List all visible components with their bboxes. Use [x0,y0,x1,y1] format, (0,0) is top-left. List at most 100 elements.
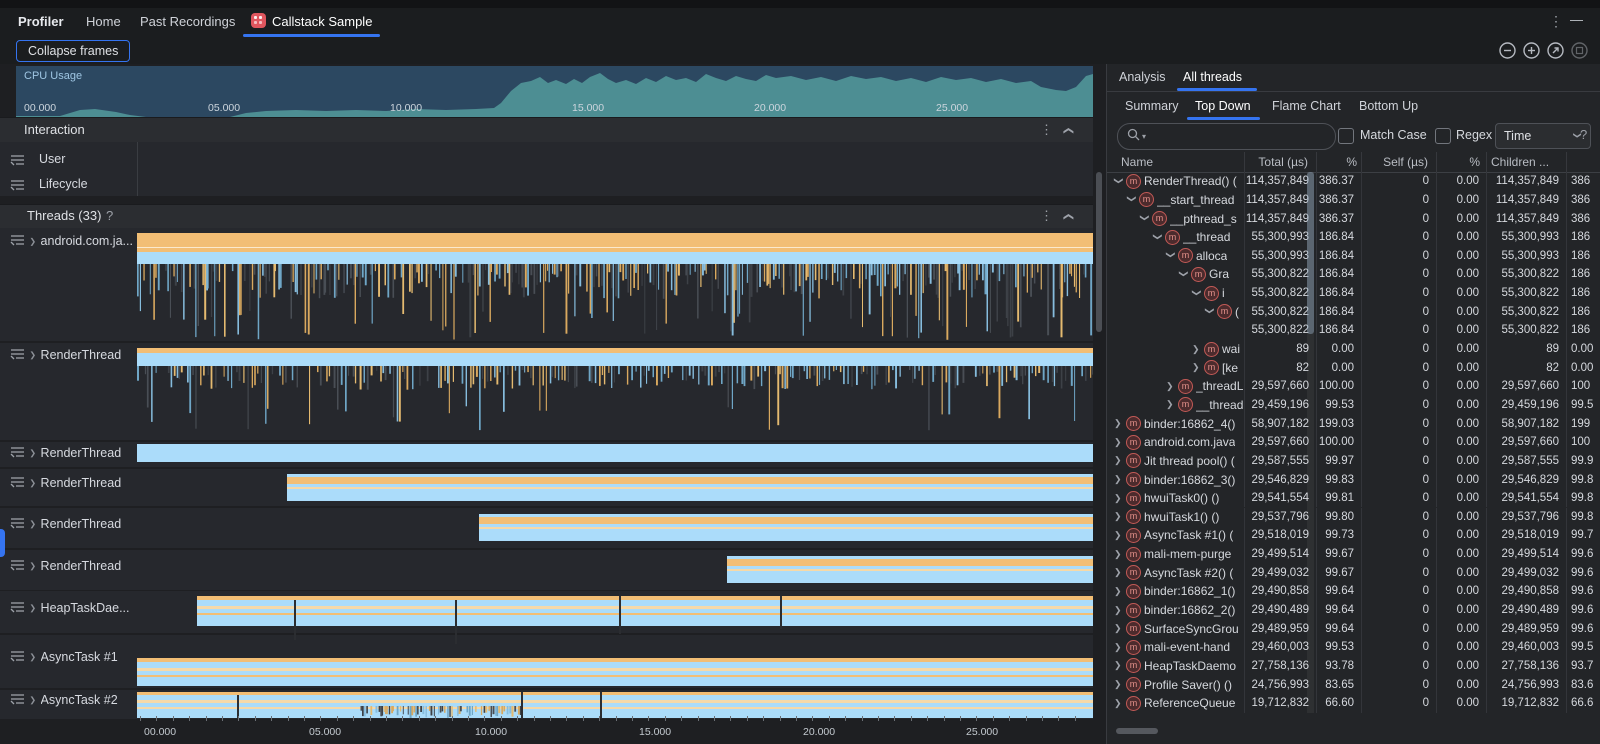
chevron-right-icon[interactable]: ❯ [29,561,36,571]
chevron-expanded-icon[interactable]: ❯ [1204,307,1215,316]
fit-zoom-icon[interactable] [1571,42,1588,59]
chevron-collapsed-icon[interactable]: ❯ [1114,642,1123,653]
help-icon[interactable]: ? [1580,127,1587,142]
tab-analysis[interactable]: Analysis [1119,70,1166,84]
chevron-right-icon[interactable]: ❯ [29,603,36,613]
chevron-collapsed-icon[interactable]: ❯ [1166,381,1175,392]
chevron-collapsed-icon[interactable]: ❯ [1114,660,1123,671]
subtab-summary[interactable]: Summary [1125,99,1178,113]
column-total-pct[interactable]: % [1317,152,1362,172]
thread-label[interactable]: ❯RenderThread [10,347,121,363]
tree-row[interactable]: ❯m__thread55,300,993186.8400.0055,300,99… [1107,228,1600,247]
chevron-right-icon[interactable]: ❯ [29,350,36,360]
thread-label[interactable]: ❯RenderThread [10,475,121,491]
tree-row[interactable]: ❯mbinder:16862_4()58,907,182199.0300.005… [1107,414,1600,433]
chevron-collapsed-icon[interactable]: ❯ [1114,455,1123,466]
filter-type-dropdown[interactable]: Time ❯ [1495,123,1591,149]
subtab-flame-chart[interactable]: Flame Chart [1272,99,1341,113]
callstack-spikes[interactable] [137,366,1093,432]
trace-bar[interactable] [137,353,1093,366]
kebab-menu-icon[interactable]: ⋮ [1549,13,1563,30]
tree-row[interactable]: ❯mbinder:16862_2()29,490,48999.6400.0029… [1107,601,1600,620]
tree-row[interactable]: ❯mAsyncTask #1() (29,518,01999.7300.0029… [1107,526,1600,545]
column-self[interactable]: Self (µs) [1362,152,1437,172]
tree-row[interactable]: ❯mmali-event-hand29,460,00399.5300.0029,… [1107,638,1600,657]
thread-label[interactable]: ❯RenderThread [10,558,121,574]
tree-row[interactable]: ❯m[ke820.0000.00820.00 [1107,358,1600,377]
trace-bar[interactable] [479,514,1093,541]
tree-row[interactable]: ❯m_threadL29,597,660100.0000.0029,597,66… [1107,377,1600,396]
thread-label[interactable]: ❯HeapTaskDae... [10,600,129,616]
tree-row[interactable]: ❯m__start_thread114,357,849386.3700.0011… [1107,191,1600,210]
chevron-collapsed-icon[interactable]: ❯ [1114,698,1123,709]
chevron-right-icon[interactable]: ❯ [29,695,36,705]
minimize-icon[interactable]: — [1570,12,1583,27]
tree-row[interactable]: ❯mwai890.0000.00890.00 [1107,340,1600,359]
chevron-expanded-icon[interactable]: ❯ [1152,233,1163,242]
trace-bar[interactable] [287,474,1093,501]
chevron-expanded-icon[interactable]: ❯ [1126,195,1137,204]
thread-label[interactable]: ❯AsyncTask #1 [10,649,118,665]
column-children-pct[interactable] [1567,152,1599,172]
chevron-expanded-icon[interactable]: ❯ [1139,214,1150,223]
trace-bar[interactable] [137,658,1093,686]
reset-zoom-icon[interactable] [1547,42,1564,59]
chevron-expanded-icon[interactable]: ❯ [1113,177,1124,186]
chevron-collapsed-icon[interactable]: ❯ [1114,605,1123,616]
tree-row[interactable]: ❯mGra55,300,822186.8400.0055,300,822186 [1107,265,1600,284]
tree-row[interactable]: ❯mhwuiTask1() ()29,537,79699.8000.0029,5… [1107,508,1600,527]
tree-row[interactable]: ❯malloca55,300,993186.8400.0055,300,9931… [1107,247,1600,266]
tree-row[interactable]: ❯mmali-mem-purge29,499,51499.6700.0029,4… [1107,545,1600,564]
chevron-collapsed-icon[interactable]: ❯ [1166,399,1175,410]
tab-past-recordings[interactable]: Past Recordings [140,14,235,29]
match-case-checkbox[interactable] [1338,128,1354,144]
chevron-collapsed-icon[interactable]: ❯ [1192,362,1201,373]
trace-bar[interactable] [137,233,1093,252]
tree-row[interactable]: ❯mi55,300,822186.8400.0055,300,822186 [1107,284,1600,303]
chevron-collapsed-icon[interactable]: ❯ [1114,474,1123,485]
table-scrollbar-thumb[interactable] [1307,172,1314,334]
chevron-collapsed-icon[interactable]: ❯ [1114,567,1123,578]
chevron-collapsed-icon[interactable]: ❯ [1192,344,1201,355]
chevron-right-icon[interactable]: ❯ [29,519,36,529]
tree-row[interactable]: ❯mHeapTaskDaemo27,758,13693.7800.0027,75… [1107,657,1600,676]
tree-row[interactable]: ❯m(55,300,822186.8400.0055,300,822186 [1107,302,1600,321]
tree-row[interactable]: ❯mProfile Saver() ()24,756,99383.6500.00… [1107,675,1600,694]
tab-all-threads[interactable]: All threads [1183,70,1242,84]
tree-row[interactable]: 55,300,822186.8400.0055,300,822186 [1107,321,1600,340]
subtab-top-down[interactable]: Top Down [1195,99,1251,113]
trace-bar[interactable] [137,252,1093,264]
tab-callstack-sample[interactable]: Callstack Sample [272,14,372,29]
chevron-collapsed-icon[interactable]: ❯ [1114,493,1123,504]
thread-label[interactable]: ❯AsyncTask #2 [10,692,118,708]
chevron-collapsed-icon[interactable]: ❯ [1114,511,1123,522]
column-name[interactable]: Name [1107,152,1245,172]
chevron-right-icon[interactable]: ❯ [29,478,36,488]
chevron-expanded-icon[interactable]: ❯ [1191,289,1202,298]
column-self-pct[interactable]: % [1437,152,1487,172]
thread-label[interactable]: ❯RenderThread [10,445,121,461]
chevron-collapsed-icon[interactable]: ❯ [1114,586,1123,597]
chevron-right-icon[interactable]: ❯ [29,448,36,458]
regex-checkbox[interactable] [1435,128,1451,144]
zoom-out-icon[interactable] [1499,42,1516,59]
chevron-collapsed-icon[interactable]: ❯ [1114,549,1123,560]
chevron-right-icon[interactable]: ❯ [29,652,36,662]
trace-bar[interactable] [727,556,1093,583]
tree-row[interactable]: ❯mJit thread pool() (29,587,55599.9700.0… [1107,452,1600,471]
tree-row[interactable]: ❯mandroid.com.java29,597,660100.0000.002… [1107,433,1600,452]
chevron-expanded-icon[interactable]: ❯ [1178,270,1189,279]
tree-row[interactable]: ❯mSurfaceSyncGrou29,489,95999.6400.0029,… [1107,619,1600,638]
tree-row[interactable]: ❯mReferenceQueue19,712,83266.6000.0019,7… [1107,694,1600,713]
thread-label[interactable]: ❯android.com.ja... [10,233,133,249]
collapse-frames-button[interactable]: Collapse frames [16,40,130,62]
tree-row[interactable]: ❯mhwuiTask0() ()29,541,55499.8100.0029,5… [1107,489,1600,508]
chevron-collapsed-icon[interactable]: ❯ [1114,679,1123,690]
column-children[interactable]: Children ... [1487,152,1567,172]
match-case-label[interactable]: Match Case [1360,128,1427,142]
tree-row[interactable]: ❯mAsyncTask #2() (29,499,03299.6700.0029… [1107,563,1600,582]
chevron-collapsed-icon[interactable]: ❯ [1114,418,1123,429]
chevron-collapsed-icon[interactable]: ❯ [1114,437,1123,448]
chevron-right-icon[interactable]: ❯ [29,236,36,246]
search-input[interactable]: ▾ [1117,123,1336,150]
